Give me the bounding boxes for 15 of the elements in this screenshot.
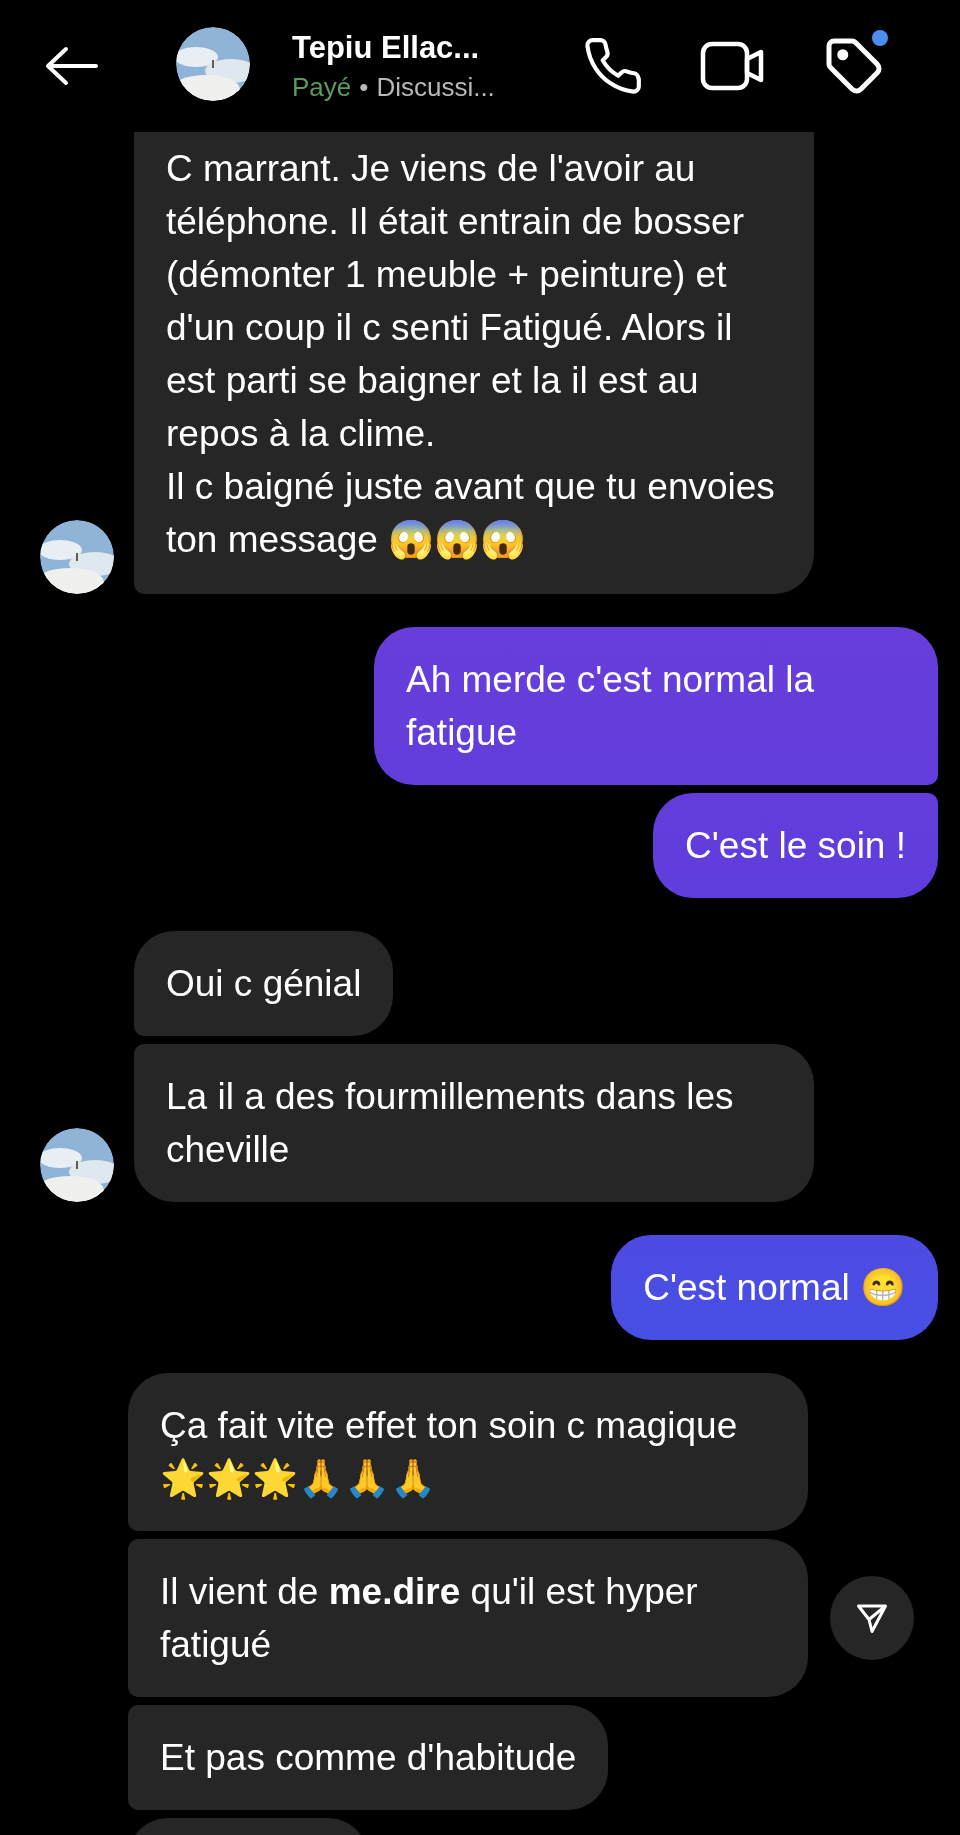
phone-icon[interactable] — [582, 35, 644, 97]
message-bubble: Il vient de me.dire qu'il est hyper fatigué — [128, 1539, 808, 1697]
message-bubble: Ah merde c'est normal la fatigue — [374, 627, 938, 785]
message-bubble: C'est normal 😁 — [611, 1235, 938, 1340]
message-bubble: Oui c génial — [134, 931, 394, 1036]
message-bubble: La il a des fourmillements dans les cheville — [134, 1044, 814, 1202]
message-bubble: Ça fait vite effet ton soin c magique 🌟🌟🌟🙏🙏🙏 — [128, 1373, 808, 1531]
contact-name: Tepiu Ellac... — [292, 29, 481, 66]
status-label: Payé — [292, 71, 352, 103]
message-bubble: C marrant. Je viens de l'avoir au téléphone. Il était entrain de bosser (démonter 1 meuble + peinture) et d'un coup il c senti Fatigué. Alors il est parti se baigner et la il est au repos à la clime. Il c baigné juste avant que tu envoies ton message 😱😱😱 — [134, 132, 814, 594]
separator-dot: • — [359, 71, 369, 103]
message-bubble: Et pas comme d'habitude — [128, 1705, 609, 1810]
subtitle: Discussi... — [376, 71, 495, 103]
message-bubble: C'est le soin ! — [653, 793, 938, 898]
video-camera-icon[interactable] — [700, 39, 766, 93]
